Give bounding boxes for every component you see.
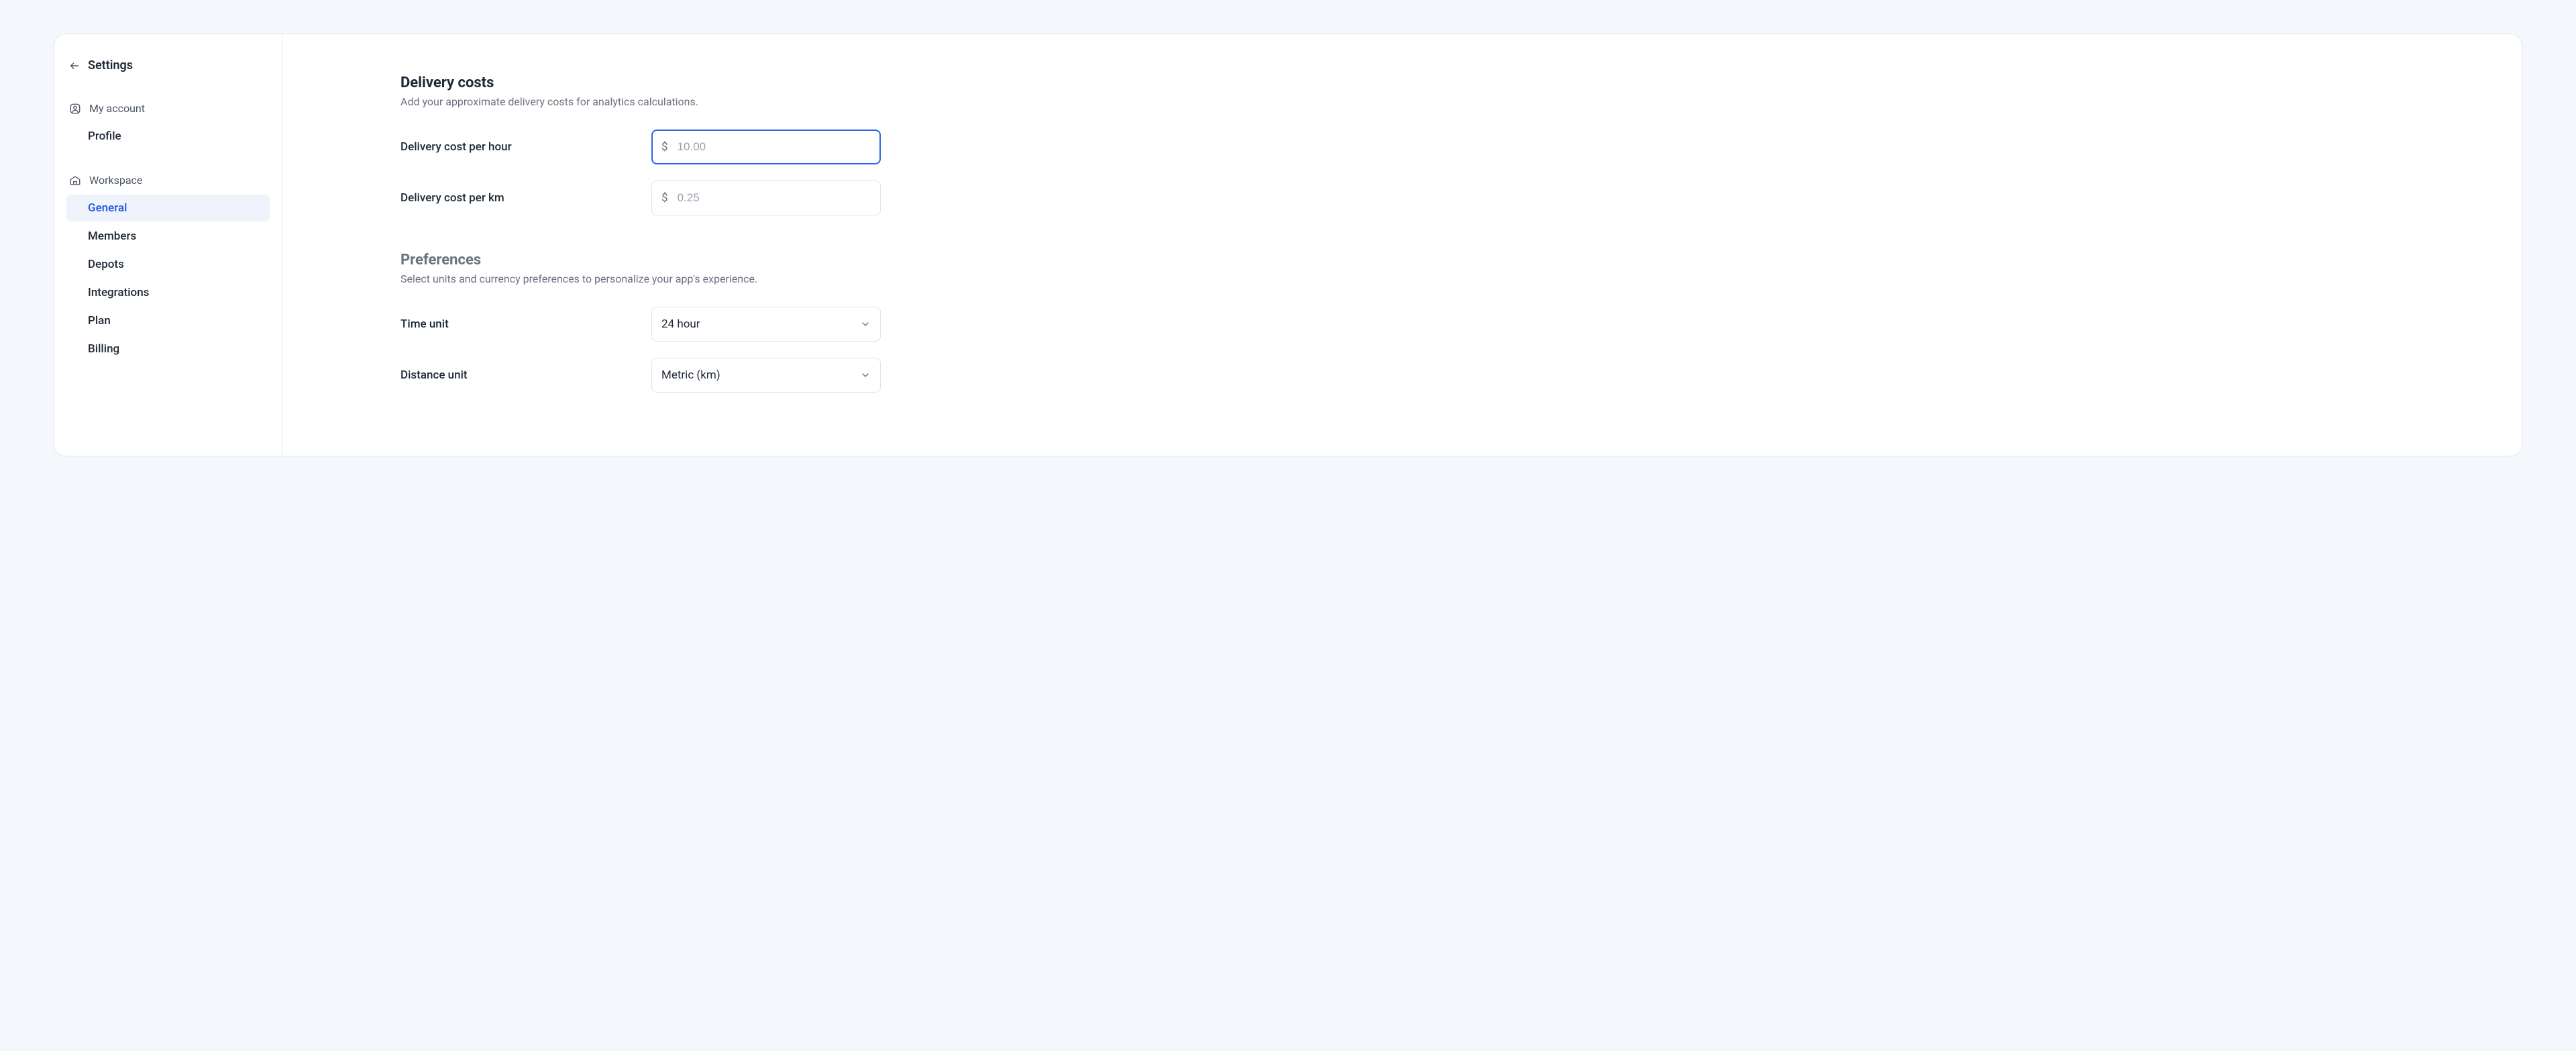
sidebar-section-my-account: My account: [66, 97, 270, 120]
row-time-unit: Time unit 24 hour: [400, 307, 2481, 342]
sidebar-item-label: General: [88, 201, 127, 215]
sidebar-section-label: Workspace: [89, 174, 142, 187]
cost-per-hour-input[interactable]: [678, 140, 871, 154]
sidebar-item-depots[interactable]: Depots: [66, 251, 270, 278]
row-cost-per-hour: Delivery cost per hour $: [400, 130, 2481, 164]
cost-per-km-input-wrap[interactable]: $: [651, 181, 881, 215]
sidebar-item-label: Depots: [88, 258, 124, 271]
sidebar-item-general[interactable]: General: [66, 195, 270, 221]
field-label: Delivery cost per km: [400, 191, 651, 205]
section-title: Preferences: [400, 252, 2481, 268]
preferences-section: Preferences Select units and currency pr…: [400, 252, 2481, 393]
sidebar-item-plan[interactable]: Plan: [66, 307, 270, 334]
cost-per-km-input[interactable]: [678, 191, 871, 205]
sidebar-item-label: Profile: [88, 130, 121, 143]
currency-prefix: $: [661, 140, 668, 154]
select-value: Metric (km): [661, 368, 720, 382]
distance-unit-select[interactable]: Metric (km): [651, 358, 881, 393]
sidebar-section-workspace: Workspace: [66, 168, 270, 192]
chevron-down-icon: [860, 319, 871, 330]
sidebar-item-label: Billing: [88, 342, 119, 356]
sidebar-item-members[interactable]: Members: [66, 223, 270, 250]
sidebar-item-integrations[interactable]: Integrations: [66, 279, 270, 306]
cost-per-hour-input-wrap[interactable]: $: [651, 130, 881, 164]
field-label: Distance unit: [400, 368, 651, 382]
time-unit-select[interactable]: 24 hour: [651, 307, 881, 342]
delivery-costs-section: Delivery costs Add your approximate deli…: [400, 74, 2481, 215]
user-icon: [69, 103, 81, 115]
settings-card: Settings My account Profile Work: [54, 34, 2522, 456]
sidebar-item-label: Plan: [88, 314, 111, 328]
row-cost-per-km: Delivery cost per km $: [400, 181, 2481, 215]
row-distance-unit: Distance unit Metric (km): [400, 358, 2481, 393]
section-subtitle: Add your approximate delivery costs for …: [400, 95, 2481, 108]
section-title: Delivery costs: [400, 74, 2481, 91]
sidebar-section-label: My account: [89, 102, 145, 115]
settings-main: Delivery costs Add your approximate deli…: [282, 34, 2522, 456]
field-label: Time unit: [400, 317, 651, 331]
select-value: 24 hour: [661, 317, 700, 331]
sidebar-item-label: Integrations: [88, 286, 149, 299]
warehouse-icon: [69, 174, 81, 187]
settings-header[interactable]: Settings: [66, 53, 270, 78]
chevron-down-icon: [860, 370, 871, 381]
sidebar-item-profile[interactable]: Profile: [66, 123, 270, 150]
sidebar-item-billing[interactable]: Billing: [66, 336, 270, 362]
section-subtitle: Select units and currency preferences to…: [400, 272, 2481, 285]
settings-sidebar: Settings My account Profile Work: [54, 34, 282, 456]
sidebar-item-label: Members: [88, 230, 136, 243]
field-label: Delivery cost per hour: [400, 140, 651, 154]
settings-title: Settings: [88, 58, 133, 72]
currency-prefix: $: [661, 191, 668, 205]
back-arrow-icon[interactable]: [69, 60, 80, 71]
